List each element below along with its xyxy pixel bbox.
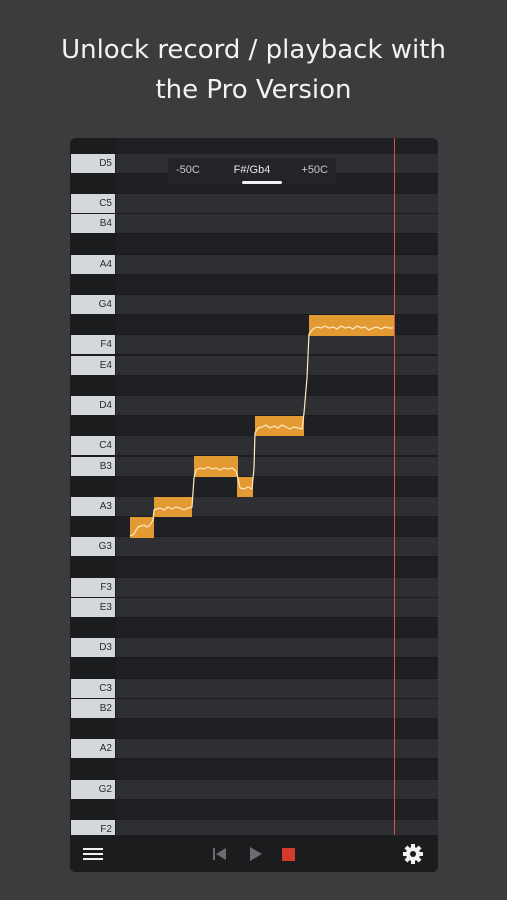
promo-headline: Unlock record / playback with the Pro Ve… (0, 30, 507, 110)
tuner-indicator (242, 181, 282, 184)
app-window: D5 C5 B4 A4 G4 F4 E4 D4 C4 B3 A3 G3 F3 E… (70, 138, 438, 872)
piano-roll[interactable]: D5 C5 B4 A4 G4 F4 E4 D4 C4 B3 A3 G3 F3 E… (70, 138, 438, 835)
note-block-fsharp4[interactable] (309, 315, 394, 336)
promo-line-1: Unlock record / playback with (61, 35, 446, 65)
play-icon[interactable] (244, 843, 266, 865)
tuner-plus-cents: +50C (301, 164, 328, 176)
hamburger-menu-icon[interactable] (82, 843, 104, 865)
bottom-toolbar (70, 835, 438, 872)
note-block-gsharp3[interactable] (154, 497, 192, 517)
promo-line-2: the Pro Version (155, 75, 352, 105)
detected-notes-layer (129, 315, 394, 538)
gear-icon[interactable] (402, 843, 424, 865)
tuning-meter: -50C F#/Gb4 +50C (168, 158, 336, 184)
note-block-csharp4[interactable] (255, 416, 304, 436)
note-block-b3[interactable] (194, 456, 238, 477)
skip-back-icon[interactable] (208, 843, 230, 865)
stop-icon[interactable] (278, 843, 300, 865)
playhead-line[interactable] (394, 138, 395, 835)
